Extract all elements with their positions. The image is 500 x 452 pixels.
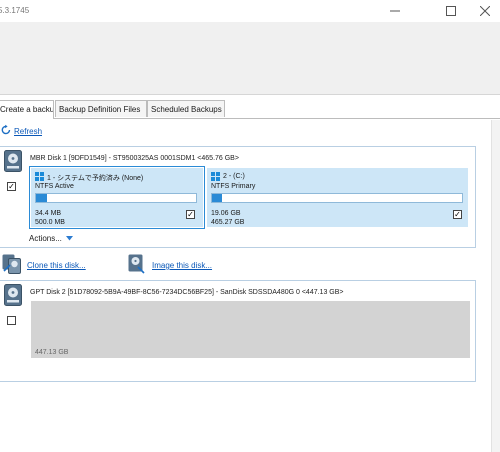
- vertical-scrollbar[interactable]: [491, 120, 500, 452]
- tab-backup-definition-files[interactable]: Backup Definition Files: [55, 100, 147, 117]
- disk-1-header: MBR Disk 1 [9DFD1549] - ST9500325AS 0001…: [30, 155, 239, 162]
- partition-1-used: 34.4 MB: [35, 210, 62, 217]
- windows-icon: [211, 172, 220, 183]
- window-title: 5.3.1745: [0, 6, 30, 15]
- actions-label: Actions...: [29, 234, 62, 243]
- maximize-button[interactable]: [436, 0, 466, 22]
- actions-menu[interactable]: Actions...: [29, 234, 74, 243]
- partition-1-total: 500.0 MB: [35, 219, 65, 226]
- image-disk-icon[interactable]: [128, 254, 148, 276]
- tab-scheduled-backups[interactable]: Scheduled Backups: [147, 100, 225, 117]
- partition-1-usage-fill: [36, 194, 47, 202]
- check-icon: ✓: [187, 210, 194, 219]
- clone-disk-icon[interactable]: [2, 254, 22, 276]
- minimize-icon: [390, 10, 400, 12]
- refresh-icon[interactable]: [0, 124, 12, 136]
- close-button[interactable]: [470, 0, 500, 22]
- partition-2-usage-fill: [212, 194, 223, 202]
- partition-2-used: 19.06 GB: [211, 210, 241, 217]
- disk-1-icon: [4, 150, 22, 174]
- disk-2-header: GPT Disk 2 [51D78092-5B9A-49BF-8C56-7234…: [30, 289, 344, 296]
- partition-2-usage-bar: [211, 193, 463, 203]
- partition-2-filesystem: NTFS Primary: [211, 183, 256, 190]
- disk-2-unallocated-space[interactable]: [31, 301, 470, 358]
- title-bar: 5.3.1745: [0, 0, 500, 22]
- tab-create-backup[interactable]: Create a backup: [0, 100, 54, 119]
- disk-1-checkbox[interactable]: ✓: [7, 182, 16, 191]
- partition-1-sizes: 34.4 MB 500.0 MB: [35, 209, 65, 227]
- partition-1-usage-bar: [35, 193, 197, 203]
- tab-label: Scheduled Backups: [151, 105, 222, 114]
- minimize-button[interactable]: [380, 0, 410, 22]
- check-icon: ✓: [8, 182, 15, 191]
- disk-2-checkbox[interactable]: [7, 316, 16, 325]
- partition-2-total: 465.27 GB: [211, 219, 245, 226]
- tab-label: Backup Definition Files: [59, 105, 141, 114]
- close-icon: [480, 6, 490, 16]
- windows-icon: [35, 172, 44, 183]
- tab-label: Create a backup: [0, 105, 54, 114]
- partition-2-sizes: 19.06 GB 465.27 GB: [211, 209, 244, 227]
- image-disk-link[interactable]: Image this disk...: [152, 261, 212, 270]
- disk-2-icon: [4, 284, 22, 308]
- chevron-down-icon: [66, 236, 74, 241]
- maximize-icon: [446, 6, 456, 16]
- clone-disk-link[interactable]: Clone this disk...: [27, 261, 86, 270]
- partition-1-checkbox[interactable]: ✓: [186, 210, 195, 219]
- ribbon-area: [0, 22, 500, 95]
- partition-1-title: 1 - システムで予約済み (None): [47, 175, 144, 182]
- partition-2-title: 2 - (C:): [223, 173, 245, 180]
- partition-2-checkbox[interactable]: ✓: [453, 210, 462, 219]
- disk-2-unallocated-size: 447.13 GB: [35, 349, 69, 356]
- check-icon: ✓: [454, 210, 461, 219]
- refresh-link[interactable]: Refresh: [14, 127, 42, 136]
- partition-1-filesystem: NTFS Active: [35, 183, 74, 190]
